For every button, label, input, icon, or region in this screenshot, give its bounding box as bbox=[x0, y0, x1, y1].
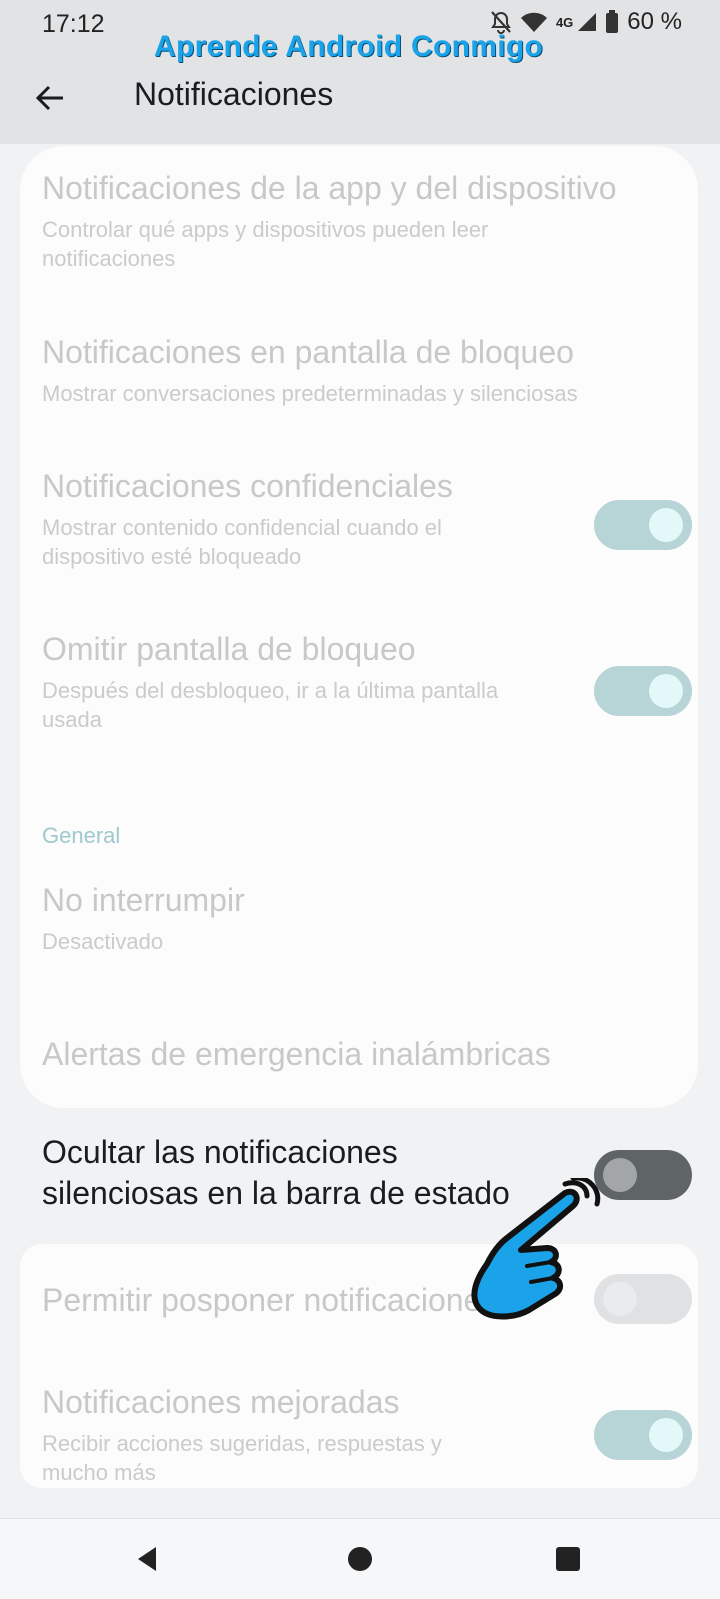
setting-subtitle: Después del desbloqueo, ir a la última p… bbox=[42, 678, 499, 732]
setting-app-device-notifications[interactable]: Notificaciones de la app y del dispositi… bbox=[42, 170, 682, 273]
toggle-knob bbox=[603, 1282, 637, 1316]
setting-title-line-1: Ocultar las notificaciones bbox=[42, 1134, 398, 1170]
enhanced-toggle[interactable] bbox=[594, 1410, 692, 1460]
watermark-text: Aprende Android Conmigo bbox=[154, 30, 544, 63]
setting-skip-lock-screen[interactable]: Omitir pantalla de bloqueo Después del d… bbox=[42, 631, 562, 734]
setting-subtitle: Desactivado bbox=[42, 929, 164, 954]
signal-icon bbox=[577, 12, 597, 32]
toggle-knob bbox=[649, 508, 683, 542]
battery-icon bbox=[605, 10, 619, 34]
nav-back-icon bbox=[138, 1547, 156, 1571]
setting-title: Notificaciones mejoradas bbox=[42, 1384, 400, 1420]
snooze-toggle[interactable] bbox=[594, 1274, 692, 1324]
toggle-knob bbox=[649, 674, 683, 708]
setting-title: No interrumpir bbox=[42, 882, 245, 918]
status-time: 17:12 bbox=[42, 10, 105, 38]
setting-emergency-alerts[interactable]: Alertas de emergencia inalámbricas bbox=[42, 1036, 662, 1073]
setting-lock-screen-notifications[interactable]: Notificaciones en pantalla de bloqueo Mo… bbox=[42, 334, 682, 408]
back-button[interactable] bbox=[28, 76, 72, 120]
battery-percentage: 60 % bbox=[627, 8, 682, 35]
confidential-toggle[interactable] bbox=[594, 500, 692, 550]
setting-subtitle: Mostrar conversaciones predeterminadas y… bbox=[42, 381, 578, 406]
nav-recents-button[interactable] bbox=[548, 1539, 588, 1579]
toggle-knob bbox=[649, 1418, 683, 1452]
skip-lock-toggle[interactable] bbox=[594, 666, 692, 716]
toggle-knob bbox=[603, 1158, 637, 1192]
setting-confidential-notifications[interactable]: Notificaciones confidenciales Mostrar co… bbox=[42, 468, 562, 571]
setting-subtitle: Recibir acciones sugeridas, respuestas y… bbox=[42, 1431, 442, 1485]
section-header-general: General bbox=[42, 823, 121, 848]
network-type-label: 4G bbox=[555, 14, 574, 30]
nav-home-button[interactable] bbox=[340, 1539, 380, 1579]
settings-card-top bbox=[20, 146, 698, 1108]
arrow-left-icon bbox=[35, 85, 63, 111]
hide-silent-toggle[interactable] bbox=[594, 1150, 692, 1200]
setting-enhanced-notifications[interactable]: Notificaciones mejoradas Recibir accione… bbox=[42, 1384, 562, 1487]
setting-title: Notificaciones de la app y del dispositi… bbox=[42, 170, 617, 206]
setting-title: Omitir pantalla de bloqueo bbox=[42, 631, 416, 667]
system-navigation-bar bbox=[0, 1518, 720, 1599]
setting-do-not-disturb[interactable]: No interrumpir Desactivado bbox=[42, 882, 642, 956]
page-title: Notificaciones bbox=[134, 76, 334, 112]
nav-home-icon bbox=[348, 1547, 372, 1571]
nav-back-button[interactable] bbox=[128, 1539, 168, 1579]
setting-title: Notificaciones confidenciales bbox=[42, 468, 453, 504]
setting-subtitle: Mostrar contenido confidencial cuando el… bbox=[42, 515, 442, 569]
setting-title: Notificaciones en pantalla de bloqueo bbox=[42, 334, 574, 370]
pointing-hand-icon bbox=[471, 1178, 601, 1320]
setting-title: Alertas de emergencia inalámbricas bbox=[42, 1036, 551, 1072]
setting-subtitle: Controlar qué apps y dispositivos pueden… bbox=[42, 217, 489, 271]
nav-recents-icon bbox=[556, 1547, 580, 1571]
